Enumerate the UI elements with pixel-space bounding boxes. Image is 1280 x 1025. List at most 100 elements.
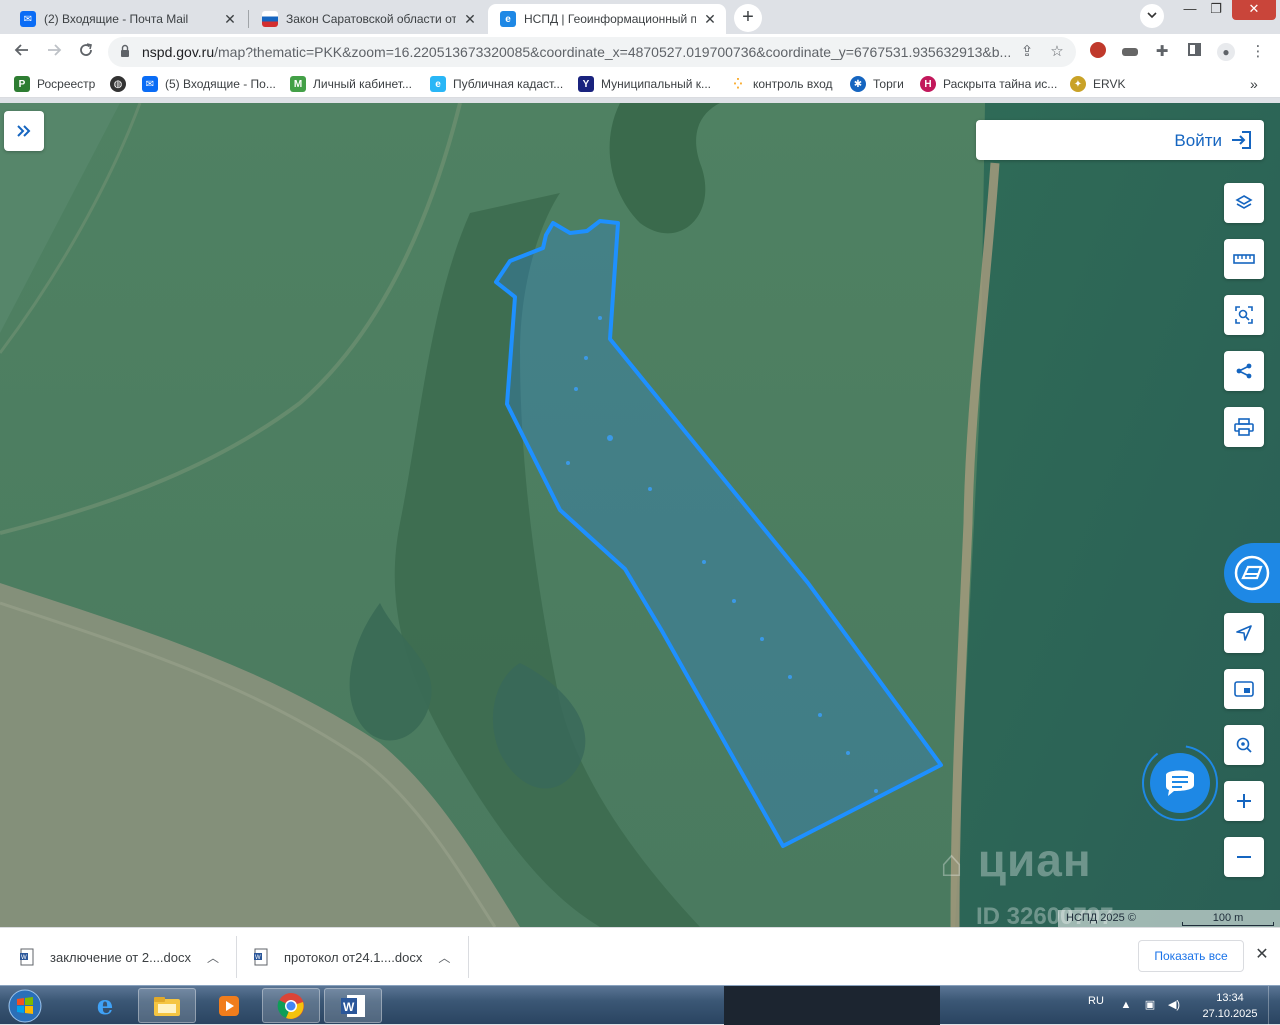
bookmark-secret[interactable]: Н Раскрыта тайна ис... [920, 75, 1057, 93]
svg-text:W: W [343, 1000, 355, 1014]
bookmark-label: Раскрыта тайна ис... [943, 77, 1058, 91]
bookmark-label: Публичная кадаст... [453, 77, 564, 91]
area-select-icon [1235, 306, 1253, 324]
tray-expand-icon[interactable]: ▲ [1118, 997, 1134, 1013]
gear-emblem-icon: ✱ [850, 76, 866, 92]
profile-icon[interactable]: ● [1216, 42, 1236, 62]
flag-icon [262, 11, 278, 27]
minimap-button[interactable] [1224, 669, 1264, 709]
map-viewport[interactable]: Войти ⌂ циан ID 32600797 НСПД 2025 © 100… [0, 103, 1280, 927]
tab-law[interactable]: Закон Саратовской области от 3 ✕ [250, 4, 486, 34]
download-separator [468, 936, 469, 978]
browser-toolbar: nspd.gov.ru/map?thematic=PKK&zoom=16.220… [0, 34, 1280, 70]
new-tab-button[interactable]: + [734, 4, 762, 32]
share-page-icon[interactable]: ⇪ [1018, 43, 1036, 61]
bookmark-municipal[interactable]: Y Муниципальный к... [578, 75, 711, 93]
taskbar-explorer[interactable] [138, 988, 196, 1023]
taskbar-media-player[interactable] [200, 988, 258, 1023]
taskbar-chrome[interactable] [262, 988, 320, 1023]
close-icon[interactable]: ✕ [222, 11, 238, 27]
lock-icon [121, 44, 129, 57]
download-item[interactable]: W протокол от24.1....docx ︿ [254, 928, 450, 986]
tab-nspd[interactable]: e НСПД | Геоинформационный по ✕ [488, 4, 726, 34]
volume-icon[interactable]: ◀) [1166, 997, 1182, 1013]
network-icon[interactable]: ▣ [1142, 997, 1158, 1013]
expand-panel-button[interactable] [4, 111, 44, 151]
layers-button[interactable] [1224, 183, 1264, 223]
map-attribution: НСПД 2025 © 100 m [1058, 910, 1280, 927]
double-chevron-right-icon [17, 125, 31, 137]
download-filename: протокол от24.1....docx [284, 949, 423, 965]
bookmark-torgi[interactable]: ✱ Торги [850, 75, 904, 93]
word-icon: W [341, 994, 365, 1017]
taskbar-word[interactable]: W [324, 988, 382, 1023]
explorer-icon [154, 996, 180, 1016]
show-all-downloads-button[interactable]: Показать все [1138, 940, 1244, 972]
login-button[interactable]: Войти [976, 120, 1264, 160]
restore-button[interactable]: ❐ [1202, 0, 1230, 20]
bookmark-cabinet[interactable]: M Личный кабинет... [290, 75, 412, 93]
bookmark-ervk[interactable]: ✦ ERVK [1070, 75, 1125, 93]
show-desktop-button[interactable] [1268, 986, 1280, 1025]
chat-button[interactable] [1140, 745, 1220, 825]
cadastral-icon: e [430, 76, 446, 92]
bookmark-control[interactable]: ⁛ контроль вход [730, 75, 833, 93]
area-select-button[interactable] [1224, 295, 1264, 335]
zoom-out-button[interactable] [1224, 837, 1264, 877]
close-icon[interactable]: ✕ [702, 11, 718, 27]
windows-logo-icon [8, 989, 42, 1023]
tab-mail[interactable]: ✉ (2) Входящие - Почта Mail ✕ [8, 4, 246, 34]
chevron-down-icon [1147, 12, 1157, 19]
login-icon [1232, 131, 1251, 149]
gmail-m-icon: M [290, 76, 306, 92]
language-indicator[interactable]: RU [1088, 995, 1104, 1007]
reload-button[interactable] [72, 38, 100, 66]
cian-watermark: ⌂ циан [940, 834, 1092, 886]
nspd-logo-button[interactable] [1224, 543, 1280, 603]
download-item[interactable]: W заключение от 2....docx ︿ [20, 928, 219, 986]
clock-date: 27.10.2025 [1202, 1008, 1258, 1020]
extension-hat-icon[interactable] [1120, 42, 1140, 62]
nspd-logo-icon [1234, 555, 1270, 591]
forward-button[interactable] [40, 38, 68, 66]
start-button[interactable] [4, 987, 46, 1025]
svg-text:W: W [255, 955, 261, 961]
bookmark-globe[interactable]: ◍ [110, 75, 133, 93]
window-close-button[interactable]: ✕ [1232, 0, 1276, 20]
taskbar-ie[interactable]: e [76, 988, 134, 1023]
tab-search-button[interactable] [1140, 4, 1164, 28]
minimize-button[interactable]: — [1176, 0, 1204, 20]
address-bar[interactable]: nspd.gov.ru/map?thematic=PKK&zoom=16.220… [108, 37, 1076, 67]
chevron-up-icon[interactable]: ︿ [438, 949, 450, 966]
download-separator [236, 936, 237, 978]
bookmark-label: ERVK [1093, 77, 1126, 91]
rosreestr-icon: Р [14, 76, 30, 92]
bookmarks-overflow-icon[interactable]: » [1250, 75, 1258, 93]
bookmark-mail[interactable]: ✉ (5) Входящие - По... [142, 75, 276, 93]
system-clock[interactable]: 13:34 27.10.2025 [1194, 990, 1266, 1022]
tab-title: Закон Саратовской области от 3 [286, 12, 456, 26]
locate-arrow-icon [1236, 625, 1252, 641]
bookmark-rosreestr[interactable]: Р Росреестр [14, 75, 95, 93]
bookmark-label: Торги [873, 77, 904, 91]
close-icon[interactable]: ✕ [1252, 945, 1272, 965]
bookmark-label: Муниципальный к... [601, 77, 712, 91]
arrow-left-icon [14, 44, 28, 56]
chevron-up-icon[interactable]: ︿ [207, 949, 219, 966]
word-document-icon: W [20, 948, 34, 966]
share-button[interactable] [1224, 351, 1264, 391]
ruler-button[interactable] [1224, 239, 1264, 279]
search-location-button[interactable] [1224, 725, 1264, 765]
bookmark-star-icon[interactable]: ☆ [1048, 43, 1066, 61]
menu-kebab-icon[interactable]: ⋮ [1248, 42, 1268, 62]
close-icon[interactable]: ✕ [462, 11, 478, 27]
locate-button[interactable] [1224, 613, 1264, 653]
extension-avatar-icon[interactable] [1088, 42, 1108, 62]
print-button[interactable] [1224, 407, 1264, 447]
zoom-in-button[interactable] [1224, 781, 1264, 821]
extensions-puzzle-icon[interactable]: ✚ [1152, 42, 1172, 62]
back-button[interactable] [8, 38, 36, 66]
bookmark-cadastral[interactable]: e Публичная кадаст... [430, 75, 563, 93]
tab-title: (2) Входящие - Почта Mail [44, 12, 189, 26]
side-panel-icon[interactable] [1184, 42, 1204, 62]
